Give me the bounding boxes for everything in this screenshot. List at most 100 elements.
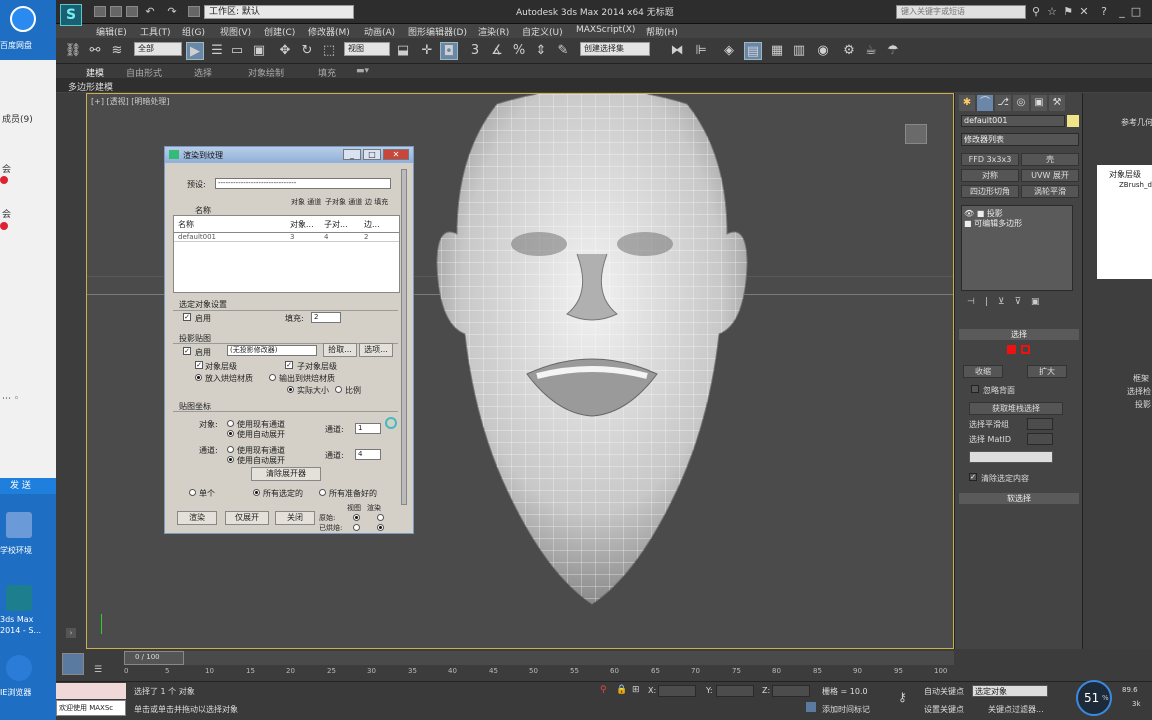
track-bar-icon[interactable]: ☰ bbox=[94, 665, 106, 677]
original-view-radio[interactable] bbox=[353, 514, 360, 521]
modify-tab-icon[interactable]: ⌒ bbox=[977, 95, 993, 111]
chat-entry-2[interactable]: 会 bbox=[2, 207, 11, 220]
baked-render-radio[interactable] bbox=[377, 524, 384, 531]
baidu-cloud-icon[interactable] bbox=[10, 6, 36, 32]
col-name[interactable]: 名称 bbox=[178, 219, 194, 230]
lock-icon[interactable]: ⚲ bbox=[600, 685, 610, 697]
menu-create[interactable]: 创建(C) bbox=[264, 25, 295, 38]
save-file-icon[interactable] bbox=[126, 6, 138, 17]
get-stack-selection-button[interactable]: 获取堆栈选择 bbox=[969, 402, 1063, 415]
object-level-checkbox[interactable]: ✓ bbox=[195, 361, 203, 369]
grow-button[interactable]: 扩大 bbox=[1027, 365, 1067, 378]
projection-dropdown[interactable]: (无投影修改器) bbox=[227, 345, 317, 356]
material-editor-icon[interactable]: ◉ bbox=[814, 42, 832, 60]
shell-button[interactable]: 壳 bbox=[1021, 153, 1079, 166]
new-file-icon[interactable] bbox=[94, 6, 106, 17]
select-by-smooth-label[interactable]: 选择平滑组 bbox=[969, 419, 1009, 430]
app-logo-icon[interactable]: S bbox=[60, 4, 82, 26]
viewport-label[interactable]: [+] [透视] [明暗处理] bbox=[91, 96, 170, 107]
school-shortcut-icon[interactable] bbox=[6, 512, 32, 538]
selection-check-rollout[interactable]: 选择检 bbox=[1127, 386, 1151, 397]
menu-animation[interactable]: 动画(A) bbox=[364, 25, 395, 38]
menu-graph-editors[interactable]: 图形编辑器(D) bbox=[408, 25, 467, 38]
collapse-icon[interactable]: › bbox=[66, 628, 76, 638]
maxscript-listener[interactable] bbox=[56, 683, 126, 699]
frame-rollout[interactable]: 框架 bbox=[1133, 373, 1149, 384]
help-icon[interactable]: ? bbox=[1098, 6, 1110, 18]
favorites-icon[interactable]: ☆ bbox=[1046, 6, 1058, 18]
baked-view-radio[interactable] bbox=[353, 524, 360, 531]
modifier-stack[interactable]: 👁 ■ 投影 ■ 可编辑多边形 bbox=[961, 205, 1073, 291]
sub-use-existing-radio[interactable] bbox=[227, 446, 234, 453]
ratio-radio[interactable] bbox=[335, 386, 342, 393]
undo-icon[interactable]: ↶ bbox=[144, 6, 156, 18]
shrink-button[interactable]: 收缩 bbox=[963, 365, 1003, 378]
x-field[interactable] bbox=[658, 685, 696, 697]
dialog-minimize-button[interactable]: _ bbox=[343, 149, 361, 160]
pivot-icon[interactable]: ⬓ bbox=[394, 42, 412, 60]
table-row[interactable]: default001 3 4 2 bbox=[174, 232, 399, 242]
curve-editor-icon[interactable]: ▦ bbox=[768, 42, 786, 60]
ffd-button[interactable]: FFD 3x3x3 bbox=[961, 153, 1019, 166]
menu-help[interactable]: 帮助(H) bbox=[646, 25, 678, 38]
utilities-tab-icon[interactable]: ⚒ bbox=[1049, 95, 1065, 111]
search-icon[interactable]: ⚲ bbox=[1030, 6, 1042, 18]
select-object-icon[interactable]: ▶ bbox=[186, 42, 204, 60]
matid-spinner[interactable] bbox=[1027, 433, 1053, 445]
z-field[interactable] bbox=[772, 685, 810, 697]
project-folder-icon[interactable] bbox=[188, 6, 200, 17]
stack-item-editable-poly[interactable]: ■ 可编辑多边形 bbox=[964, 218, 1070, 228]
minimize-icon[interactable]: _ bbox=[1116, 6, 1128, 18]
selection-lock-icon[interactable]: 🔒 bbox=[616, 685, 627, 697]
tree-child[interactable]: ZBrush_de bbox=[1119, 181, 1152, 189]
render-button[interactable]: 渲染 bbox=[177, 511, 217, 525]
menu-views[interactable]: 视图(V) bbox=[220, 25, 251, 38]
selection-filter-dropdown[interactable]: 全部 bbox=[134, 42, 182, 56]
percent-snap-icon[interactable]: % bbox=[510, 42, 528, 60]
reference-tree[interactable]: 对象层级 ZBrush_de bbox=[1097, 165, 1152, 279]
schematic-view-icon[interactable]: ▥ bbox=[790, 42, 808, 60]
stack-item-projection[interactable]: 👁 ■ 投影 bbox=[964, 208, 1070, 218]
rendered-frame-icon[interactable]: ☕ bbox=[862, 42, 880, 60]
mirror-icon[interactable]: ⧓ bbox=[668, 42, 686, 60]
dialog-scrollbar[interactable] bbox=[401, 169, 407, 505]
modifier-list-dropdown[interactable]: 修改器列表 bbox=[961, 133, 1079, 146]
menu-maxscript[interactable]: MAXScript(X) bbox=[576, 25, 635, 35]
spinner-snap-icon[interactable]: ⇕ bbox=[532, 42, 550, 60]
send-button[interactable]: 发 送 bbox=[0, 478, 56, 494]
ribbon-options-icon[interactable]: ▬▾ bbox=[356, 66, 369, 76]
selection-rollout-title[interactable]: 选择 bbox=[959, 329, 1079, 340]
window-crossing-icon[interactable]: ▣ bbox=[250, 42, 268, 60]
output-baked-radio[interactable] bbox=[269, 374, 276, 381]
layer-manager-icon[interactable]: ◈ bbox=[720, 42, 738, 60]
all-prepared-radio[interactable] bbox=[319, 489, 326, 496]
set-key-label[interactable]: 设置关键点 bbox=[924, 704, 964, 715]
clear-unwrapper-button[interactable]: 清除展开器 bbox=[251, 467, 321, 481]
quadify-button[interactable]: 四边形切角 bbox=[961, 185, 1019, 198]
render-production-icon[interactable]: ☂ bbox=[884, 42, 902, 60]
edit-named-sel-icon[interactable]: ✎ bbox=[554, 42, 572, 60]
rect-region-icon[interactable]: ▭ bbox=[228, 42, 246, 60]
time-tag-icon[interactable] bbox=[806, 702, 816, 712]
unlink-icon[interactable]: ⚯ bbox=[86, 42, 104, 60]
more-icon[interactable]: ⋯ ◦ bbox=[2, 394, 19, 404]
chat-entry-1[interactable]: 会 bbox=[2, 162, 11, 175]
preset-dropdown[interactable]: ------------------------------- bbox=[215, 178, 391, 189]
object-name-field[interactable]: default001 bbox=[961, 115, 1065, 127]
menu-tools[interactable]: 工具(T) bbox=[140, 25, 171, 38]
y-field[interactable] bbox=[716, 685, 754, 697]
scale-icon[interactable]: ⬚ bbox=[320, 42, 338, 60]
menu-customize[interactable]: 自定义(U) bbox=[522, 25, 563, 38]
head-model[interactable] bbox=[427, 94, 757, 614]
fill-spinner[interactable]: 2 bbox=[311, 312, 341, 323]
obj-use-existing-radio[interactable] bbox=[227, 420, 234, 427]
all-selected-radio[interactable] bbox=[253, 489, 260, 496]
key-filters-button[interactable]: 关键点过滤器... bbox=[988, 704, 1044, 715]
maximize-icon[interactable]: □ bbox=[1130, 6, 1142, 18]
motion-tab-icon[interactable]: ◎ bbox=[1013, 95, 1029, 111]
absolute-mode-icon[interactable]: ⊞ bbox=[632, 685, 642, 697]
dialog-close-button[interactable]: ✕ bbox=[383, 149, 409, 160]
menu-edit[interactable]: 编辑(E) bbox=[96, 25, 127, 38]
selection-color-field[interactable] bbox=[969, 451, 1053, 463]
align-icon[interactable]: ⊫ bbox=[692, 42, 710, 60]
